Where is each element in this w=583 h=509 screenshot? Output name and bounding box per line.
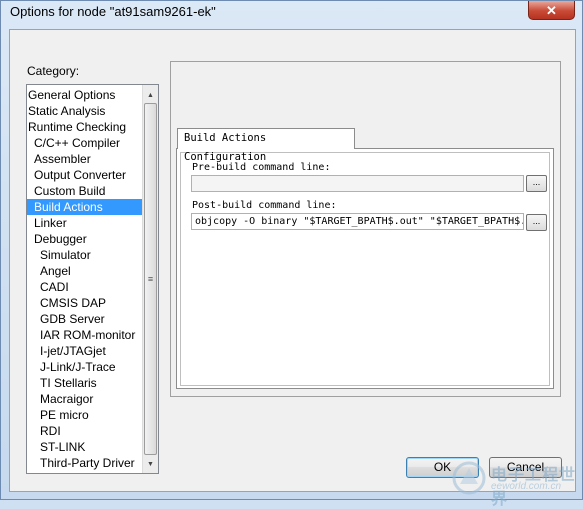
category-item[interactable]: GDB Server xyxy=(27,311,143,327)
category-scrollbar[interactable]: ▲ ≡ ▼ xyxy=(142,85,158,473)
category-item[interactable]: IAR ROM-monitor xyxy=(27,327,143,343)
category-item[interactable]: Third-Party Driver xyxy=(27,455,143,471)
category-item[interactable]: Runtime Checking xyxy=(27,119,143,135)
window-title: Options for node "at91sam9261-ek" xyxy=(10,4,216,19)
post-build-label: Post-build command line: xyxy=(192,200,337,211)
category-label: Category: xyxy=(27,64,80,78)
category-item[interactable]: I-jet/JTAGjet xyxy=(27,343,143,359)
post-build-command-input[interactable]: objcopy -O binary "$TARGET_BPATH$.out" "… xyxy=(191,213,524,230)
category-item[interactable]: Linker xyxy=(27,215,143,231)
category-item[interactable]: C/C++ Compiler xyxy=(27,135,143,151)
grip-icon: ≡ xyxy=(147,274,154,284)
category-item[interactable]: Debugger xyxy=(27,231,143,247)
category-item[interactable]: ST-LINK xyxy=(27,439,143,455)
close-icon: ✕ xyxy=(546,2,557,18)
category-item[interactable]: Build Actions xyxy=(27,199,143,215)
category-item[interactable]: PE micro xyxy=(27,407,143,423)
category-item[interactable]: General Options xyxy=(27,87,143,103)
category-item[interactable]: CMSIS DAP xyxy=(27,295,143,311)
ok-button[interactable]: OK xyxy=(406,457,479,478)
cancel-button[interactable]: Cancel xyxy=(489,457,562,478)
category-item[interactable]: J-Link/J-Trace xyxy=(27,359,143,375)
category-item[interactable]: TI Stellaris xyxy=(27,375,143,391)
pre-build-browse-button[interactable]: ... xyxy=(526,175,547,192)
category-item[interactable]: Static Analysis xyxy=(27,103,143,119)
category-list[interactable]: General Options Static Analysis Runtime Ch… xyxy=(26,84,159,474)
category-item[interactable]: RDI xyxy=(27,423,143,439)
category-item[interactable]: Angel xyxy=(27,263,143,279)
category-item[interactable]: Assembler xyxy=(27,151,143,167)
post-build-browse-button[interactable]: ... xyxy=(526,214,547,231)
category-items: General Options Static Analysis Runtime Ch… xyxy=(27,87,143,471)
category-item[interactable]: Simulator xyxy=(27,247,143,263)
category-item[interactable]: Custom Build xyxy=(27,183,143,199)
title-bar[interactable]: Options for node "at91sam9261-ek" ✕ xyxy=(1,1,583,29)
tab-build-actions-configuration[interactable]: Build Actions Configuration xyxy=(177,128,355,163)
pre-build-command-input[interactable] xyxy=(191,175,524,192)
down-arrow-icon[interactable]: ▼ xyxy=(143,456,158,472)
category-item[interactable]: Output Converter xyxy=(27,167,143,183)
scroll-thumb[interactable]: ≡ xyxy=(144,103,157,455)
category-item[interactable]: CADI xyxy=(27,279,143,295)
category-item[interactable]: Macraigor xyxy=(27,391,143,407)
up-arrow-icon[interactable]: ▲ xyxy=(143,87,158,103)
close-button[interactable]: ✕ xyxy=(528,1,575,20)
